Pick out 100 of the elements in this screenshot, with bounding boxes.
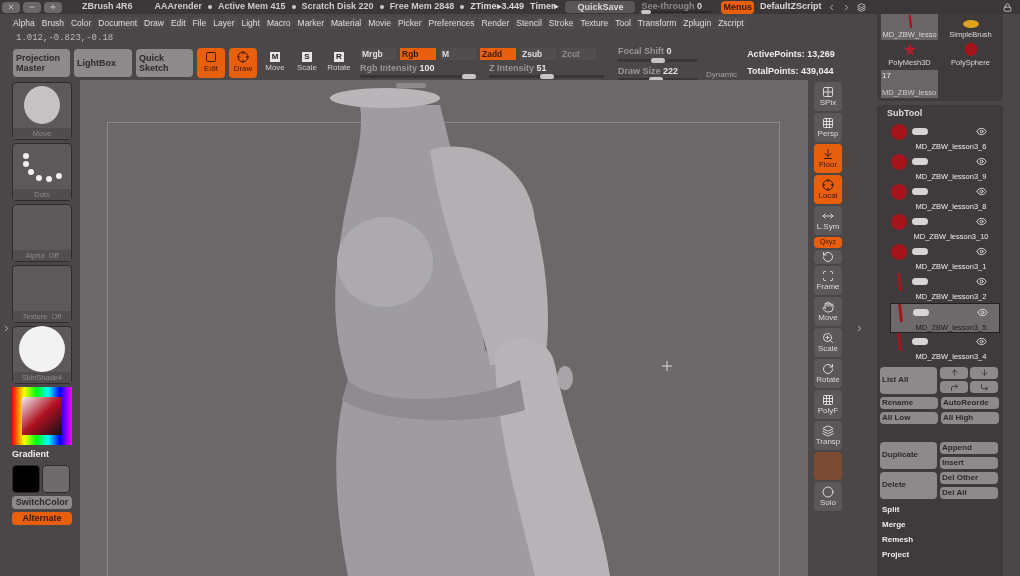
key-letter: S — [302, 52, 312, 62]
memory-stat: Scratch Disk 220 — [301, 0, 374, 14]
alternate-toggle[interactable]: Alternate — [12, 511, 72, 525]
color-mode-toggle[interactable]: Mrgb — [360, 47, 396, 60]
toolbar-button[interactable]: Quick Sketch — [136, 49, 193, 77]
slider-thumb[interactable] — [651, 57, 665, 63]
subtool-button[interactable]: Delete — [880, 471, 937, 499]
slider-thumb[interactable] — [641, 9, 652, 14]
subtool-button[interactable]: Insert — [940, 456, 998, 469]
section-header[interactable]: Remesh — [882, 533, 1000, 546]
color-swatch[interactable] — [12, 464, 40, 493]
layers-icon[interactable] — [857, 2, 867, 12]
dot-icon — [460, 5, 465, 9]
menu-item[interactable]: Brush — [39, 16, 66, 30]
menu-item[interactable]: Tool — [613, 16, 633, 30]
move-subtool-button[interactable] — [970, 366, 998, 379]
eye-icon[interactable] — [976, 186, 987, 197]
eye-icon[interactable] — [976, 246, 987, 257]
transform-button[interactable]: R Rotate — [325, 48, 353, 78]
view-button[interactable]: Frame — [814, 266, 842, 295]
toolbar-button[interactable]: Projection Master — [13, 49, 70, 77]
color-mode-toggle[interactable]: Rgb — [400, 47, 436, 60]
menu-item[interactable]: Marker — [295, 16, 326, 30]
menu-item[interactable]: Edit — [168, 16, 188, 30]
view-button[interactable]: L.Sym — [814, 206, 842, 235]
eye-icon[interactable] — [976, 336, 987, 347]
subtool-button[interactable]: Del Other — [940, 471, 998, 484]
eye-icon[interactable] — [976, 126, 987, 137]
menu-item[interactable]: File — [190, 16, 209, 30]
slider-track[interactable] — [360, 75, 475, 79]
eye-icon[interactable] — [977, 307, 988, 318]
section-header[interactable]: Merge — [882, 518, 1000, 531]
subtool-button[interactable]: All Low — [880, 411, 938, 424]
quicksave-button[interactable]: QuickSave — [565, 1, 636, 13]
section-header[interactable]: Split — [882, 503, 1000, 516]
depth-mode-toggle[interactable]: Zsub — [520, 47, 556, 60]
menu-item[interactable]: Light — [239, 16, 262, 30]
subtool-button[interactable]: Append — [940, 441, 998, 454]
eye-icon[interactable] — [976, 276, 987, 287]
view-button[interactable]: PolyF — [814, 390, 842, 419]
subtool-button[interactable]: All High — [941, 411, 999, 424]
view-button[interactable] — [814, 250, 842, 264]
list-all-button[interactable]: List All — [880, 366, 937, 394]
menu-item[interactable]: Layer — [211, 16, 237, 30]
toolbar-button[interactable]: LightBox — [74, 49, 132, 77]
canvas-handle[interactable] — [396, 83, 426, 88]
view-button[interactable]: SPix — [814, 82, 842, 111]
transform-button[interactable]: M Move — [261, 48, 289, 78]
menu-item[interactable]: Zscript — [716, 16, 746, 30]
move-subtool-button[interactable] — [970, 381, 998, 393]
subtool-button[interactable]: AutoReorde — [941, 396, 999, 409]
menu-item[interactable]: Zplugin — [681, 16, 714, 30]
menu-item[interactable]: Transform — [635, 16, 679, 30]
menu-item[interactable]: Stroke — [546, 16, 576, 30]
subtool-button[interactable]: Duplicate — [880, 441, 937, 469]
transform-button[interactable]: Draw — [229, 48, 257, 78]
move-subtool-button[interactable] — [940, 366, 968, 379]
depth-mode-toggle[interactable]: Zadd — [480, 47, 516, 60]
switch-color-button[interactable]: SwitchColor — [12, 495, 72, 509]
slider-thumb[interactable] — [539, 74, 554, 80]
view-button[interactable]: Rotate — [814, 359, 842, 388]
subtool-button[interactable]: Del All — [940, 486, 998, 499]
close-icon[interactable] — [2, 1, 20, 13]
maximize-icon[interactable] — [44, 1, 62, 13]
color-mode-toggle[interactable]: M — [440, 47, 476, 60]
menu-item[interactable]: Material — [329, 16, 364, 30]
menu-item[interactable]: Draw — [142, 16, 166, 30]
eye-icon[interactable] — [976, 156, 987, 167]
minimize-icon[interactable] — [23, 1, 41, 13]
menus-button[interactable]: Menus — [721, 0, 754, 14]
menu-item[interactable]: Stencil — [514, 16, 544, 30]
view-button[interactable]: Local — [814, 175, 842, 204]
view-button[interactable]: Transp — [814, 421, 842, 450]
view-button[interactable]: Solo — [814, 482, 842, 511]
menu-item[interactable]: Texture — [578, 16, 611, 30]
color-swatch[interactable] — [42, 464, 70, 493]
view-button[interactable]: Floor — [814, 144, 842, 173]
menu-item[interactable]: Movie — [366, 16, 393, 30]
slider-track[interactable] — [489, 75, 604, 79]
view-button[interactable]: Move — [814, 297, 842, 326]
menu-item[interactable]: Preferences — [426, 16, 477, 30]
lock-icon[interactable] — [1003, 2, 1012, 12]
move-subtool-button[interactable] — [940, 381, 968, 393]
slider-label: Rgb Intensity 100 — [360, 61, 436, 75]
transform-button[interactable]: Edit — [197, 48, 225, 78]
menu-item[interactable]: Alpha — [11, 16, 37, 30]
eye-icon[interactable] — [976, 216, 987, 227]
material-swatch[interactable] — [814, 452, 842, 480]
subtool-button[interactable]: Rename — [880, 396, 938, 409]
slider-thumb[interactable] — [462, 74, 477, 80]
menu-item[interactable]: Document — [96, 16, 140, 30]
menu-item[interactable]: Color — [68, 16, 94, 30]
transform-button[interactable]: S Scale — [293, 48, 321, 78]
color-picker[interactable] — [12, 387, 72, 445]
view-button[interactable]: Scale — [814, 328, 842, 357]
menu-item[interactable]: Picker — [395, 16, 424, 30]
menu-item[interactable]: Macro — [264, 16, 293, 30]
section-header[interactable]: Project — [882, 548, 1000, 561]
menu-item[interactable]: Render — [479, 16, 512, 30]
view-button[interactable]: Persp — [814, 113, 842, 142]
